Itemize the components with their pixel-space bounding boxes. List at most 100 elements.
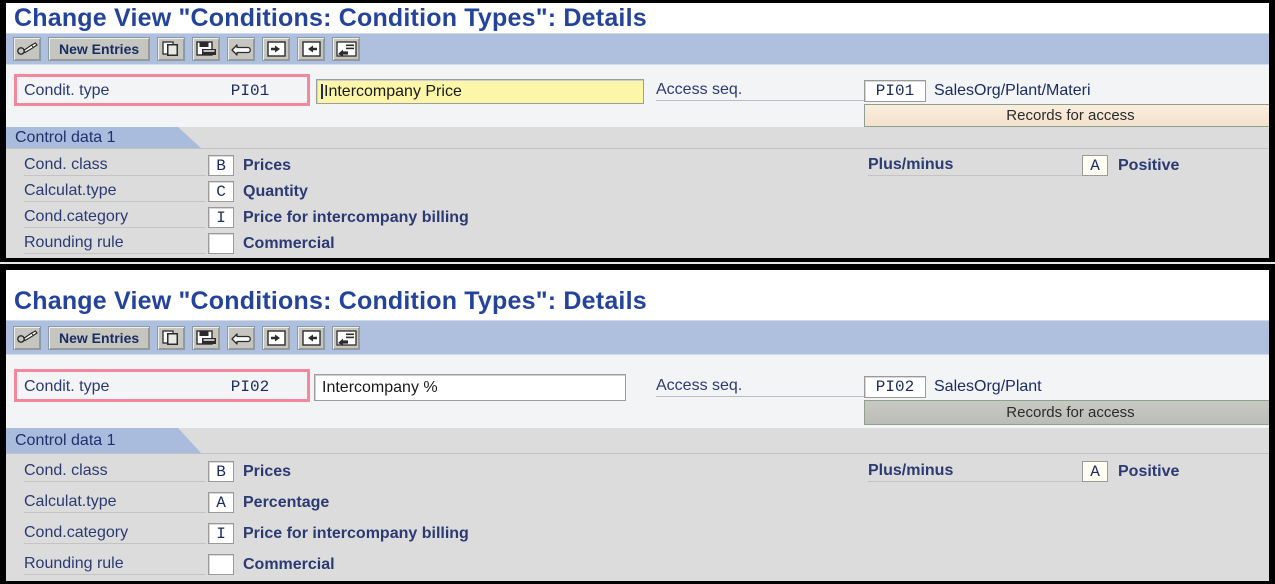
back-button[interactable]: [262, 37, 291, 61]
cond-class-code[interactable]: B: [208, 461, 234, 482]
condit-description-input[interactable]: Intercompany Price: [316, 79, 644, 104]
plus-minus-row: Plus/minus A Positive: [868, 155, 1179, 176]
rounding-rule-desc: Commercial: [243, 555, 335, 573]
calculat-type-label: Calculat.type: [24, 182, 206, 202]
tab-control-data-1[interactable]: Control data 1: [6, 127, 202, 149]
tab-control-data-1[interactable]: Control data 1: [6, 428, 202, 454]
cond-category-label: Cond.category: [24, 208, 206, 228]
cond-class-desc: Prices: [243, 462, 292, 480]
new-entries-button[interactable]: New Entries: [48, 325, 151, 350]
cancel-button[interactable]: [332, 37, 361, 61]
copy-icon: [161, 41, 181, 57]
access-seq-row: Access seq. PI01 SalesOrg/Plant/Materi: [656, 80, 1091, 102]
table-row: Calculat.type A Percentage: [24, 492, 329, 513]
undo-button[interactable]: [227, 325, 256, 350]
access-seq-row: Access seq. PI02 SalesOrg/Plant: [656, 376, 1042, 398]
cond-class-label: Cond. class: [24, 462, 206, 482]
back-button[interactable]: [262, 325, 291, 350]
calculat-type-code[interactable]: C: [208, 181, 234, 202]
undo-button[interactable]: [227, 37, 256, 61]
cond-category-desc: Price for intercompany billing: [243, 524, 469, 542]
plus-minus-label: Plus/minus: [868, 462, 1082, 482]
cond-category-desc: Price for intercompany billing: [243, 208, 469, 226]
access-seq-text: SalesOrg/Plant/Materi: [934, 82, 1091, 99]
save-icon: [195, 329, 217, 346]
save-button[interactable]: [192, 325, 221, 350]
cancel-button[interactable]: [332, 325, 361, 350]
back-icon: [266, 329, 286, 346]
table-row: Cond.category I Price for intercompany b…: [24, 207, 469, 228]
calculat-type-code[interactable]: A: [208, 492, 234, 513]
plus-minus-desc: Positive: [1118, 462, 1180, 480]
rounding-rule-label: Rounding rule: [24, 234, 206, 254]
rounding-rule-label: Rounding rule: [24, 555, 206, 575]
exit-icon: [301, 329, 321, 346]
undo-icon: [230, 42, 253, 56]
access-seq-value[interactable]: PI01: [864, 80, 926, 102]
access-seq-value[interactable]: PI02: [864, 376, 926, 398]
plus-minus-code[interactable]: A: [1082, 461, 1108, 482]
toolbar-bottom: New Entries: [6, 320, 1269, 355]
page-title: Change View "Conditions: Condition Types…: [14, 287, 647, 315]
condit-type-row: Condit. type PI01: [24, 80, 280, 101]
condit-description-input[interactable]: Intercompany %: [314, 374, 626, 401]
form-header-top: Condit. type PI01 Intercompany Price Acc…: [6, 65, 1269, 127]
condit-description-value: Intercompany Price: [324, 82, 462, 100]
copy-button[interactable]: [157, 325, 186, 350]
exit-button[interactable]: [297, 37, 326, 61]
condit-type-value[interactable]: PI02: [220, 376, 280, 397]
pencil-glasses-icon: [16, 41, 38, 57]
access-seq-label: Access seq.: [656, 81, 864, 101]
condit-type-value[interactable]: PI01: [220, 80, 280, 101]
new-entries-label: New Entries: [59, 41, 140, 57]
save-button[interactable]: [192, 37, 221, 61]
copy-icon: [161, 329, 181, 346]
plus-minus-desc: Positive: [1118, 156, 1180, 174]
table-row: Calculat.type C Quantity: [24, 181, 308, 202]
exit-icon: [301, 41, 321, 57]
toolbar-top: New Entries: [6, 33, 1269, 65]
table-row: Cond.category I Price for intercompany b…: [24, 523, 469, 544]
cond-category-code[interactable]: I: [208, 523, 234, 544]
pencil-glasses-icon: [16, 330, 38, 345]
cond-class-code[interactable]: B: [208, 155, 234, 176]
calculat-type-label: Calculat.type: [24, 493, 206, 513]
calculat-type-desc: Quantity: [243, 182, 308, 200]
access-seq-label: Access seq.: [656, 377, 864, 397]
display-change-button[interactable]: [13, 37, 41, 61]
panel-divider: [0, 258, 1275, 270]
form-header-bottom: Condit. type PI02 Intercompany % Access …: [6, 355, 1269, 428]
sap-window-bottom: Change View "Conditions: Condition Types…: [6, 270, 1269, 581]
rounding-rule-code[interactable]: [208, 554, 234, 575]
tab-strip: Control data 1: [6, 428, 1269, 454]
condit-type-label: Condit. type: [24, 377, 110, 395]
tab-underline: [6, 453, 1269, 454]
condit-type-row: Condit. type PI02: [24, 376, 280, 397]
title-bar-bottom: Change View "Conditions: Condition Types…: [6, 270, 1269, 320]
display-change-button[interactable]: [13, 325, 41, 350]
plus-minus-code[interactable]: A: [1082, 155, 1108, 176]
text-caret: [321, 84, 323, 99]
save-icon: [195, 41, 217, 57]
rounding-rule-code[interactable]: [208, 233, 234, 254]
new-entries-label: New Entries: [59, 329, 140, 346]
control-data-section-bottom: Control data 1 Cond. class B Prices Calc…: [6, 428, 1269, 581]
screenshot-root: Change View "Conditions: Condition Types…: [0, 0, 1275, 584]
cond-class-label: Cond. class: [24, 156, 206, 176]
tab-strip: Control data 1: [6, 127, 1269, 149]
tab-label: Control data 1: [15, 432, 116, 449]
back-icon: [266, 41, 286, 57]
exit-button[interactable]: [297, 325, 326, 350]
divider-line: [0, 262, 1275, 264]
cancel-icon: [335, 329, 357, 346]
table-row: Cond. class B Prices: [24, 461, 291, 482]
cond-category-code[interactable]: I: [208, 207, 234, 228]
records-for-access-button[interactable]: Records for access: [864, 400, 1269, 425]
new-entries-button[interactable]: New Entries: [48, 37, 151, 61]
records-for-access-button[interactable]: Records for access: [864, 104, 1269, 127]
calculat-type-desc: Percentage: [243, 493, 330, 511]
control-data-section-top: Control data 1 Cond. class B Prices Calc…: [6, 127, 1269, 258]
condit-description-value: Intercompany %: [322, 378, 438, 396]
copy-button[interactable]: [157, 37, 186, 61]
cancel-icon: [335, 41, 357, 57]
